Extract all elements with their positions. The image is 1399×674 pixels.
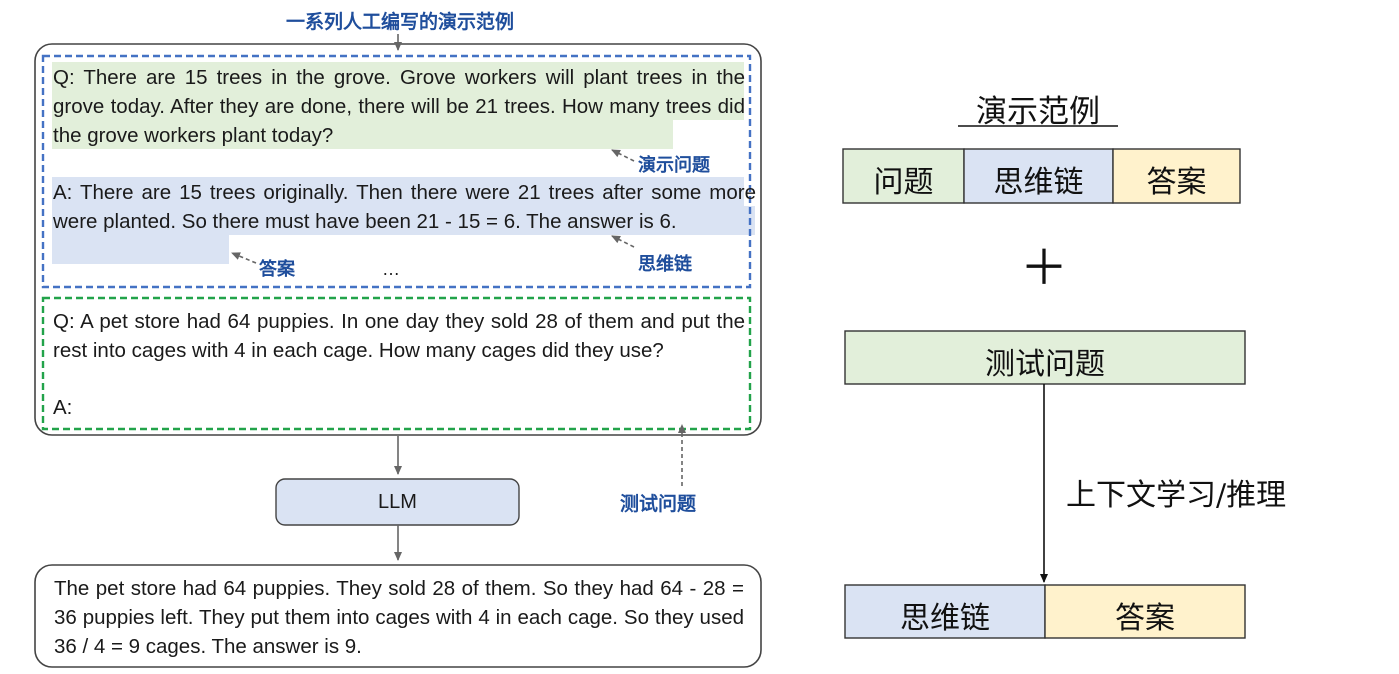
cot-label: 思维链: [638, 254, 692, 275]
test-answer-prompt: A:: [53, 396, 73, 419]
out-cot: 思维链: [900, 601, 990, 636]
inference-label: 上下文学习/推理: [1066, 478, 1287, 513]
cot-pointer: [611, 235, 635, 248]
output-text: The pet store had 64 puppies. They sold …: [54, 577, 744, 658]
demo-question-pointer: [611, 149, 635, 162]
demo-question-text: Q: There are 15 trees in the grove. Grov…: [53, 66, 745, 147]
out-answer: 答案: [1115, 601, 1175, 636]
answer-pointer: [231, 252, 257, 264]
ellipsis: …: [382, 259, 400, 279]
demo-answer-text: A: There are 15 trees originally. Then t…: [53, 181, 756, 233]
demo-question-label: 演示问题: [638, 155, 710, 176]
test-question-text: Q: A pet store had 64 puppies. In one da…: [53, 310, 745, 362]
demo-answer-highlight-3: [52, 235, 229, 264]
cell-cot: 思维链: [993, 165, 1084, 200]
plus-sign: ＋: [1019, 240, 1068, 296]
right-title: 演示范例: [976, 94, 1100, 130]
cell-question: 问题: [873, 165, 934, 200]
cell-answer: 答案: [1146, 165, 1207, 200]
test-question-box-label: 测试问题: [985, 347, 1105, 382]
test-question-label: 测试问题: [620, 493, 697, 515]
examples-title: 一系列人工编写的演示范例: [285, 11, 514, 33]
answer-label: 答案: [259, 259, 295, 280]
llm-label: LLM: [378, 491, 417, 513]
